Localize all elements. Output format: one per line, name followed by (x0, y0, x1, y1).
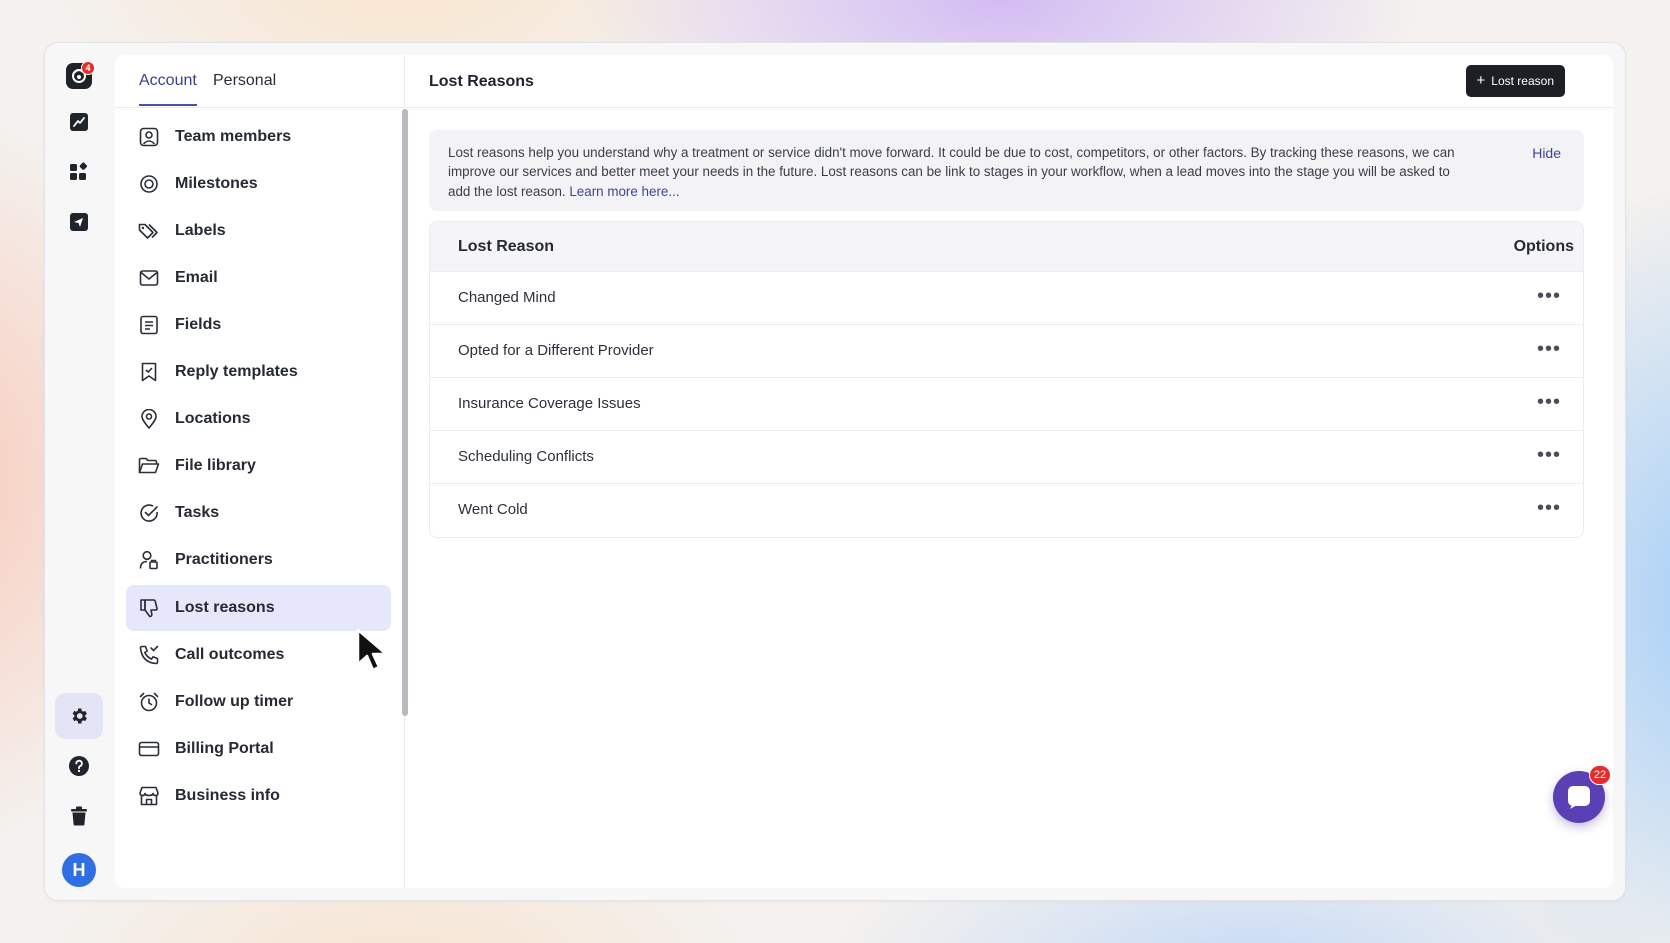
user-avatar[interactable]: H (62, 853, 96, 887)
chat-icon (1568, 786, 1590, 809)
add-lost-reason-button[interactable]: + Lost reason (1465, 65, 1565, 97)
sidebar-item-milestones[interactable]: Milestones (126, 161, 391, 207)
trash-icon (71, 806, 87, 826)
tab-account[interactable]: Account (139, 72, 197, 106)
check-circle-icon (138, 502, 160, 524)
mail-icon (138, 267, 160, 289)
sidebar-item-reply-templates[interactable]: Reply templates (126, 349, 391, 395)
lost-reason-cell: Changed Mind (458, 289, 556, 306)
sidebar-item-label: Locations (175, 410, 251, 427)
hide-info-link[interactable]: Hide (1532, 144, 1561, 163)
lost-reason-cell: Insurance Coverage Issues (458, 395, 641, 412)
user-square-icon (138, 126, 160, 148)
alarm-clock-icon (138, 691, 160, 713)
thumbs-down-icon (138, 597, 160, 619)
icon-rail: 4 H (45, 43, 113, 900)
sidebar-item-billing-portal[interactable]: Billing Portal (126, 726, 391, 772)
folder-open-icon (138, 455, 160, 477)
table-row: Changed Mind ••• (430, 272, 1583, 325)
sidebar-item-label: Tasks (175, 504, 220, 521)
column-header-options: Options (1513, 238, 1574, 255)
plus-icon: + (1476, 72, 1486, 89)
rail-settings[interactable] (55, 693, 103, 739)
table-row: Went Cold ••• (430, 484, 1583, 537)
info-banner: Lost reasons help you understand why a t… (429, 130, 1584, 211)
practitioner-icon (138, 549, 160, 571)
sidebar-item-label: Reply templates (175, 363, 298, 380)
main-content: Lost Reasons + Lost reason Lost reasons … (406, 55, 1613, 888)
sidebar-item-file-library[interactable]: File library (126, 443, 391, 489)
table-row: Insurance Coverage Issues ••• (430, 378, 1583, 431)
column-header-lost-reason: Lost Reason (458, 238, 555, 255)
table-row: Opted for a Different Provider ••• (430, 325, 1583, 378)
location-pin-icon (138, 408, 160, 430)
target-icon (138, 173, 160, 195)
add-lost-reason-label: Lost reason (1491, 74, 1554, 88)
lost-reasons-table: Lost Reason Options Changed Mind ••• Opt… (429, 221, 1584, 538)
settings-tabs: Account Personal (115, 55, 405, 108)
page-header: Lost Reasons + Lost reason (406, 55, 1613, 108)
bookmark-icon (138, 361, 160, 383)
sidebar-item-practitioners[interactable]: Practitioners (126, 537, 391, 583)
phone-outgoing-icon (138, 644, 160, 666)
mouse-cursor-icon (356, 628, 392, 677)
store-icon (138, 785, 160, 807)
send-icon (70, 213, 88, 231)
analytics-icon (70, 113, 88, 131)
table-header: Lost Reason Options (430, 222, 1583, 272)
more-options-icon[interactable]: ••• (1537, 339, 1561, 359)
rail-help[interactable] (55, 743, 103, 789)
sidebar-item-label: Milestones (175, 175, 258, 192)
gear-icon (72, 708, 87, 724)
sidebar-item-call-outcomes[interactable]: Call outcomes (126, 632, 391, 678)
app-window: 4 H Account Personal Team members Milest… (44, 42, 1626, 901)
rail-apps[interactable] (55, 149, 103, 195)
sidebar-item-label: File library (175, 457, 256, 474)
more-options-icon[interactable]: ••• (1537, 445, 1561, 465)
sidebar-item-labels[interactable]: Labels (126, 208, 391, 254)
help-icon (69, 756, 89, 776)
settings-panel: Account Personal Team members Milestones (115, 55, 1613, 888)
sidebar-item-tasks[interactable]: Tasks (126, 490, 391, 536)
tab-personal[interactable]: Personal (213, 72, 276, 104)
table-row: Scheduling Conflicts ••• (430, 431, 1583, 484)
sidebar-item-label: Call outcomes (175, 646, 285, 663)
sidebar-item-fields[interactable]: Fields (126, 302, 391, 348)
sidebar-item-team-members[interactable]: Team members (126, 114, 391, 160)
sidebar-item-label: Practitioners (175, 551, 273, 568)
sidebar-item-locations[interactable]: Locations (126, 396, 391, 442)
apps-grid-icon (70, 162, 87, 180)
lost-reason-cell: Opted for a Different Provider (458, 342, 654, 359)
sidebar-item-label: Team members (175, 128, 292, 145)
rail-trash[interactable] (55, 793, 103, 839)
sidebar-item-label: Email (175, 269, 218, 286)
notification-badge: 4 (81, 61, 95, 75)
chat-unread-badge: 22 (1589, 765, 1611, 785)
sidebar-item-email[interactable]: Email (126, 255, 391, 301)
more-options-icon[interactable]: ••• (1537, 392, 1561, 412)
sidebar-item-label: Follow up timer (175, 693, 294, 710)
tags-icon (138, 220, 160, 242)
lost-reason-cell: Went Cold (458, 501, 528, 518)
settings-sidebar: Account Personal Team members Milestones (115, 55, 408, 888)
sidebar-item-label: Labels (175, 222, 226, 239)
credit-card-icon (138, 738, 160, 760)
lost-reason-cell: Scheduling Conflicts (458, 448, 594, 465)
more-options-icon[interactable]: ••• (1537, 286, 1561, 306)
sidebar-item-lost-reasons[interactable]: Lost reasons (126, 585, 391, 631)
page-title: Lost Reasons (429, 73, 534, 90)
sidebar-item-label: Lost reasons (175, 599, 275, 616)
rail-analytics[interactable] (55, 99, 103, 145)
more-options-icon[interactable]: ••• (1537, 498, 1561, 518)
sidebar-item-label: Billing Portal (175, 740, 274, 757)
sidebar-item-business-info[interactable]: Business info (126, 773, 391, 819)
sidebar-item-follow-up-timer[interactable]: Follow up timer (126, 679, 391, 725)
sidebar-item-label: Business info (175, 787, 280, 804)
sidebar-item-label: Fields (175, 316, 222, 333)
fields-icon (138, 314, 160, 336)
rail-send[interactable] (55, 199, 103, 245)
learn-more-link[interactable]: Learn more here... (569, 184, 679, 199)
